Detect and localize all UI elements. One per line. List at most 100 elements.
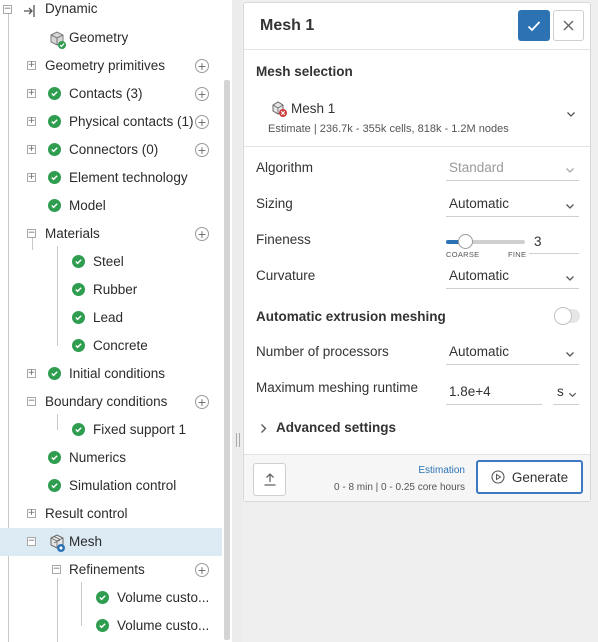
tree-item-label: Geometry primitives: [45, 58, 166, 73]
runtime-input[interactable]: 1.8e+4: [446, 377, 542, 405]
dialog-title: Mesh 1: [260, 17, 315, 34]
tree-item-volume-custom-2[interactable]: Volume custo...: [0, 612, 222, 640]
upload-button[interactable]: [253, 463, 286, 496]
check-icon: [72, 283, 85, 296]
tree-item-rubber[interactable]: Rubber: [0, 276, 222, 304]
tree-item-contacts[interactable]: + Contacts (3) +: [0, 80, 222, 108]
fineness-input[interactable]: 3: [529, 230, 579, 254]
tree-item-simulation-control[interactable]: Simulation control: [0, 472, 222, 500]
check-icon: [527, 20, 541, 31]
curvature-select[interactable]: Automatic: [446, 261, 579, 289]
chevron-right-icon[interactable]: [259, 422, 268, 433]
tree-item-element-technology[interactable]: + Element technology: [0, 164, 222, 192]
fineness-slider-thumb[interactable]: [458, 234, 473, 249]
expand-icon[interactable]: +: [27, 173, 36, 182]
chevron-down-icon: [565, 199, 575, 209]
fineness-label: Fineness: [256, 232, 311, 247]
tree-item-geometry-primitives[interactable]: + Geometry primitives +: [0, 52, 222, 80]
add-icon[interactable]: +: [195, 59, 209, 73]
sizing-value: Automatic: [449, 196, 510, 211]
tree-item-model[interactable]: Model: [0, 192, 222, 220]
tree-item-materials[interactable]: − Materials +: [0, 220, 222, 248]
tree-item-volume-custom-1[interactable]: Volume custo...: [0, 584, 222, 612]
play-icon: [491, 470, 505, 484]
check-icon: [48, 143, 61, 156]
algorithm-select[interactable]: Standard: [446, 153, 579, 181]
tree-item-mesh[interactable]: − Mesh: [0, 528, 222, 556]
expand-icon[interactable]: +: [27, 117, 36, 126]
collapse-icon[interactable]: −: [27, 397, 36, 406]
tree-item-label: Contacts (3): [69, 86, 143, 101]
expand-icon[interactable]: +: [27, 369, 36, 378]
tree-item-label: Rubber: [93, 282, 138, 297]
check-icon: [48, 199, 61, 212]
add-icon[interactable]: +: [195, 227, 209, 241]
tree-item-boundary-conditions[interactable]: − Boundary conditions +: [0, 388, 222, 416]
close-button[interactable]: [553, 10, 584, 41]
expand-icon[interactable]: +: [27, 509, 36, 518]
tree-item-geometry[interactable]: Geometry: [0, 24, 222, 52]
algorithm-value: Standard: [449, 160, 504, 175]
extrusion-label: Automatic extrusion meshing: [256, 309, 446, 324]
mesh-selector[interactable]: Mesh 1 Estimate | 236.7k - 355k cells, 8…: [256, 91, 581, 141]
fineness-value: 3: [534, 234, 542, 249]
curvature-value: Automatic: [449, 268, 510, 283]
collapse-icon[interactable]: −: [27, 537, 36, 546]
confirm-button[interactable]: [518, 10, 550, 41]
processors-label: Number of processors: [256, 344, 389, 359]
tree-item-result-control[interactable]: + Result control: [0, 500, 222, 528]
add-icon[interactable]: +: [195, 143, 209, 157]
tree-item-label: Numerics: [69, 450, 127, 465]
collapse-icon[interactable]: −: [27, 229, 36, 238]
tree-item-dynamic[interactable]: − Dynamic: [0, 0, 222, 24]
add-icon[interactable]: +: [195, 563, 209, 577]
generate-button[interactable]: Generate: [476, 460, 583, 494]
advanced-settings-toggle[interactable]: Advanced settings: [276, 420, 396, 435]
check-icon: [72, 423, 85, 436]
slider-fine-label: FINE: [508, 250, 527, 259]
chevron-down-icon: [568, 387, 577, 398]
estimation-link[interactable]: Estimation: [418, 465, 465, 476]
tree-item-label: Initial conditions: [69, 366, 166, 381]
toggle-knob[interactable]: [554, 307, 572, 325]
mesh-dialog: Mesh 1 Mesh selection Mesh 1 Estimate | …: [243, 2, 591, 502]
tree-item-physical-contacts[interactable]: + Physical contacts (1) +: [0, 108, 222, 136]
tree-item-fixed-support[interactable]: Fixed support 1: [0, 416, 222, 444]
tree-item-initial-conditions[interactable]: + Initial conditions: [0, 360, 222, 388]
tree-item-label: Element technology: [69, 170, 188, 185]
tree-item-lead[interactable]: Lead: [0, 304, 222, 332]
upload-icon: [264, 473, 275, 486]
tree-item-label: Fixed support 1: [93, 422, 187, 437]
tree-item-label: Connectors (0): [69, 142, 159, 157]
mesh-icon: [47, 533, 67, 553]
tree-item-label: Dynamic: [45, 1, 98, 16]
collapse-icon[interactable]: −: [3, 5, 12, 14]
add-icon[interactable]: +: [195, 115, 209, 129]
collapse-icon[interactable]: −: [52, 565, 61, 574]
chevron-down-icon: [565, 163, 575, 173]
tree-item-label: Lead: [93, 310, 124, 325]
tree-item-connectors[interactable]: + Connectors (0) +: [0, 136, 222, 164]
tree-item-label: Volume custo...: [117, 618, 210, 633]
runtime-unit-select[interactable]: s: [553, 377, 579, 405]
processors-select[interactable]: Automatic: [446, 337, 579, 365]
expand-icon[interactable]: +: [27, 89, 36, 98]
divider: [244, 146, 590, 147]
tree-scrollbar[interactable]: [224, 80, 230, 640]
tree-item-numerics[interactable]: Numerics: [0, 444, 222, 472]
check-icon: [96, 591, 109, 604]
mesh-name: Mesh 1: [291, 101, 336, 116]
mesh-selection-label: Mesh selection: [256, 64, 353, 79]
expand-icon[interactable]: +: [27, 61, 36, 70]
expand-icon[interactable]: +: [27, 145, 36, 154]
sizing-select[interactable]: Automatic: [446, 189, 579, 217]
tree-item-concrete[interactable]: Concrete: [0, 332, 222, 360]
tree-item-refinements[interactable]: − Refinements +: [0, 556, 222, 584]
add-icon[interactable]: +: [195, 395, 209, 409]
panel-resize-handle[interactable]: [232, 0, 242, 642]
mesh-estimate: Estimate | 236.7k - 355k cells, 818k - 1…: [268, 123, 509, 135]
dialog-footer: Estimation 0 - 8 min | 0 - 0.25 core hou…: [244, 454, 590, 501]
tree-item-steel[interactable]: Steel: [0, 248, 222, 276]
add-icon[interactable]: +: [195, 87, 209, 101]
simulation-tree: − Dynamic Geometry + Geometry primitives…: [0, 0, 232, 642]
